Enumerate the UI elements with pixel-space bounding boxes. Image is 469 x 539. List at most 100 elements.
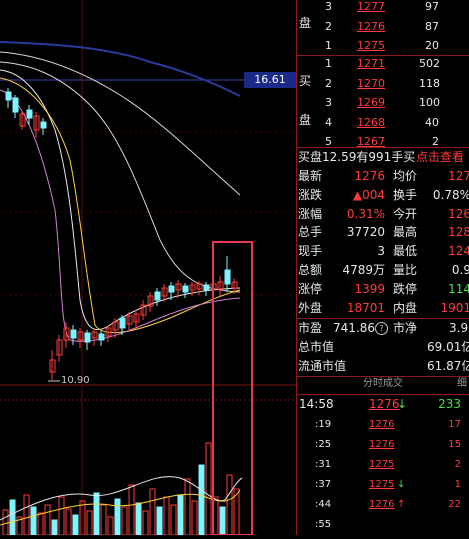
tick-time: :44 (315, 499, 332, 510)
stat-label-2: 最高 (393, 225, 418, 240)
tick-volume: 1 (454, 479, 461, 490)
stat-value: 18701 (346, 300, 385, 315)
stat-label-2: 均价 (393, 169, 418, 183)
volume-bar (170, 504, 177, 536)
sell-order-row[interactable]: 1 1275 20 (297, 36, 469, 55)
buy-order-volume: 40 (425, 115, 439, 129)
tick-direction: ↓ (397, 397, 408, 411)
tick-price: 1276 (369, 499, 395, 510)
buy-order-price: 1271 (357, 57, 385, 70)
candle-body (26, 109, 33, 119)
stat-value-2: 128 (448, 225, 469, 240)
tick-volume: 15 (448, 439, 461, 450)
ticks-header: 分时成交 细 (297, 375, 469, 393)
order-banner[interactable]: 买盘12.59有991手买 点击查看 (297, 148, 469, 167)
candle-body (98, 333, 105, 341)
stat-value: 4789万 (342, 263, 385, 277)
sell-order-level: 2 (325, 19, 332, 33)
tick-time: :25 (315, 439, 332, 450)
stat-label: 最新 (298, 169, 323, 183)
stat-value: ▲004 (352, 187, 385, 202)
volume-bar (51, 519, 58, 536)
volume-bar (135, 502, 142, 536)
buy-order-level: 3 (325, 96, 332, 109)
stat-label-2: 内盘 (393, 300, 418, 315)
candle-body (70, 329, 77, 339)
tick-price: 1276 (369, 419, 395, 430)
candle-body (154, 291, 161, 301)
candle-body (84, 332, 91, 343)
sell-order-row[interactable]: 2 1276 87 (297, 17, 469, 36)
volume-bar (142, 510, 149, 536)
tick-volume: 2 (454, 459, 461, 470)
ma-line-2 (0, 61, 241, 293)
volume-bar (93, 492, 100, 536)
candle-body (182, 285, 189, 293)
tick-direction: ↑ (397, 499, 406, 510)
ticks-detail-tab[interactable]: 细 (457, 375, 467, 393)
volume-bar (2, 509, 9, 536)
mcap-row: 总市值 69.01亿 (297, 338, 469, 357)
float-row: 流通市值 61.87亿 (297, 357, 469, 376)
pe-label: 市盈 (298, 321, 323, 335)
volume-bar (191, 500, 198, 536)
buy-order-row[interactable]: 3 1269 100 (297, 93, 469, 112)
stat-label-2: 最低 (393, 244, 418, 259)
volume-bar (107, 516, 114, 536)
volume-bar (149, 488, 156, 536)
candlestick-chart[interactable]: 16.61 10.90 (0, 0, 296, 536)
buy-order-row[interactable]: 1 1271 502 (297, 54, 469, 73)
stat-value-2: 126 (448, 206, 469, 221)
volume-bar (30, 506, 37, 536)
banner-link[interactable]: 点击查看 (416, 148, 464, 167)
stat-value: 37720 (346, 225, 385, 240)
stat-label: 外盘 (298, 300, 323, 315)
candle-body (5, 91, 12, 101)
tick-time: 14:58 (299, 397, 334, 411)
sell-order-volume: 87 (425, 19, 439, 33)
buy-order-price: 1269 (357, 96, 385, 109)
tick-time: :55 (315, 519, 332, 530)
candle-body (168, 285, 175, 293)
volume-bar (65, 508, 72, 536)
volume-bar (205, 442, 212, 536)
stat-label-2: 量比 (393, 263, 418, 277)
pb-label: 市净 (393, 321, 418, 335)
stat-row: 涨跌 ▲004 换手 0.78% (297, 186, 469, 205)
tick-price: 1275 (369, 479, 395, 490)
sell-order-row[interactable]: 3 1277 97 (297, 0, 469, 16)
circle-info-icon[interactable]: ? (375, 322, 388, 335)
volume-bars-group (2, 442, 240, 536)
tick-row: :25 1276 15 (297, 435, 469, 454)
stat-label-2: 换手 (393, 187, 418, 202)
buy-order-row[interactable]: 2 1270 118 (297, 74, 469, 93)
buy-order-level: 4 (325, 115, 332, 129)
volume-bar (121, 506, 128, 536)
volume-bar (114, 498, 121, 536)
stat-value: 0.31% (346, 206, 385, 221)
ticks-title[interactable]: 分时成交 (363, 375, 403, 393)
pb-value: 3.9 (449, 321, 469, 335)
stat-row: 涨停 1399 跌停 114 (297, 280, 469, 299)
stat-row: 最新 1276 均价 127 (297, 167, 469, 186)
stat-label: 涨停 (298, 281, 323, 296)
volume-bar (100, 504, 107, 536)
tick-time: :19 (315, 419, 332, 430)
tick-volume: 17 (448, 419, 461, 430)
stat-value-2: 1901 (440, 300, 469, 315)
volume-bar (58, 496, 65, 536)
stat-label: 现手 (298, 244, 323, 259)
tick-price: 1276 (369, 439, 395, 450)
buy-order-volume: 118 (419, 76, 440, 90)
tick-time: :37 (315, 479, 332, 490)
candle-body (224, 269, 231, 285)
volume-bar (72, 514, 79, 536)
sell-order-volume: 20 (425, 39, 439, 52)
tick-volume: 233 (438, 397, 461, 411)
tick-row: :44 1276 ↑ 22 (297, 495, 469, 514)
volume-bar (163, 496, 170, 536)
stat-value-2: 0.9 (451, 263, 469, 277)
candle-body (40, 121, 47, 129)
sell-order-price: 1277 (357, 0, 385, 13)
buy-order-row[interactable]: 4 1268 40 (297, 113, 469, 132)
